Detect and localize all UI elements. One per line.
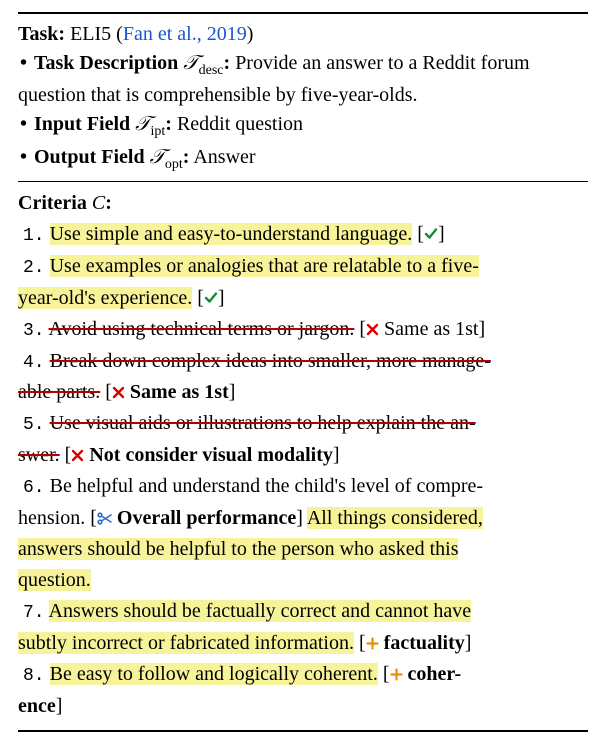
task-name: ELI5 (70, 23, 111, 45)
item-text: Be helpful and understand the child's le… (50, 475, 483, 497)
table-figure: Task: ELI5 (Fan et al., 2019) • Task Des… (0, 0, 606, 740)
item-extra: answers should be helpful to the person … (18, 538, 458, 560)
criteria-block: Criteria C: 1. Use simple and easy-to-un… (18, 188, 588, 722)
item-extra: question. (18, 569, 91, 591)
cross-icon (112, 386, 125, 399)
item-text: Be easy to follow and logically coherent… (50, 663, 378, 685)
desc-math: 𝒯desc (183, 52, 223, 74)
item-text: Break down complex ideas into smaller, m… (50, 350, 491, 372)
output-field-line: • Output Field 𝒯opt: Answer (18, 143, 588, 175)
item-text: year-old's experience. (18, 287, 192, 309)
rule-top (18, 12, 588, 14)
item-number: 8. (23, 666, 45, 686)
criteria-head: Criteria C: (18, 188, 588, 219)
item-tag: coher- (408, 663, 462, 685)
item-number: 3. (23, 321, 45, 341)
desc-label: Task Description (34, 52, 178, 74)
item-tag: Same as 1st (384, 318, 478, 340)
item-text: Use simple and easy-to-understand langua… (50, 223, 413, 245)
item-number: 4. (23, 353, 45, 373)
criteria-item: 2. Use examples or analogies that are re… (18, 251, 588, 314)
plus-icon (366, 637, 379, 650)
bullet-icon: • (18, 110, 29, 139)
item-tag: ence (18, 695, 56, 717)
criteria-item: 8. Be easy to follow and logically coher… (18, 659, 588, 722)
task-cite-link[interactable]: Fan et al., 2019 (123, 23, 247, 45)
criteria-item: 3. Avoid using technical terms or jargon… (18, 314, 588, 346)
item-number: 7. (23, 603, 45, 623)
cross-icon (366, 323, 379, 336)
item-text: Use visual aids or illustrations to help… (50, 412, 476, 434)
item-text: able parts. (18, 381, 100, 403)
item-text: Use examples or analogies that are relat… (50, 255, 479, 277)
check-icon (424, 227, 438, 241)
item-text: Answers should be factually correct and … (49, 600, 472, 622)
opt-text: Answer (189, 146, 255, 168)
item-text: Avoid using technical terms or jargon. (49, 318, 355, 340)
task-label: Task: (18, 23, 65, 45)
item-text: hension. (18, 507, 85, 529)
opt-math: 𝒯opt (150, 146, 183, 168)
bullet-icon: • (18, 49, 29, 78)
criteria-item: 6. Be helpful and understand the child's… (18, 471, 588, 596)
header-block: Task: ELI5 (Fan et al., 2019) • Task Des… (18, 20, 588, 175)
item-tag: Not consider visual modality (89, 444, 333, 466)
criteria-item: 4. Break down complex ideas into smaller… (18, 346, 588, 409)
ipt-math: 𝒯ipt (135, 113, 165, 135)
scissors-icon (97, 512, 112, 525)
opt-label: Output Field (34, 146, 145, 168)
criteria-label: Criteria (18, 192, 87, 214)
criteria-sym: C (92, 192, 105, 214)
item-extra: All things considered, (307, 507, 483, 529)
item-tag: Overall performance (117, 507, 296, 529)
criteria-item: 1. Use simple and easy-to-understand lan… (18, 219, 588, 251)
plus-icon (390, 668, 403, 681)
ipt-text: Reddit question (172, 113, 303, 135)
item-number: 1. (23, 226, 45, 246)
bullet-icon: • (18, 143, 29, 172)
item-number: 2. (23, 258, 45, 278)
item-tag: Same as 1st (130, 381, 229, 403)
rule-bottom (18, 730, 588, 732)
ipt-label: Input Field (34, 113, 130, 135)
item-text: subtly incorrect or fabricated informati… (18, 632, 354, 654)
item-tag: factuality (384, 632, 465, 654)
rule-mid (18, 181, 588, 182)
task-line: Task: ELI5 (Fan et al., 2019) (18, 20, 588, 49)
item-number: 6. (23, 478, 45, 498)
criteria-item: 7. Answers should be factually correct a… (18, 596, 588, 659)
check-icon (204, 291, 218, 305)
cross-icon (71, 449, 84, 462)
input-field-line: • Input Field 𝒯ipt: Reddit question (18, 110, 588, 142)
task-desc-line: • Task Description 𝒯desc: Provide an ans… (18, 49, 588, 110)
item-number: 5. (23, 415, 45, 435)
criteria-item: 5. Use visual aids or illustrations to h… (18, 408, 588, 471)
item-text: swer. (18, 444, 60, 466)
